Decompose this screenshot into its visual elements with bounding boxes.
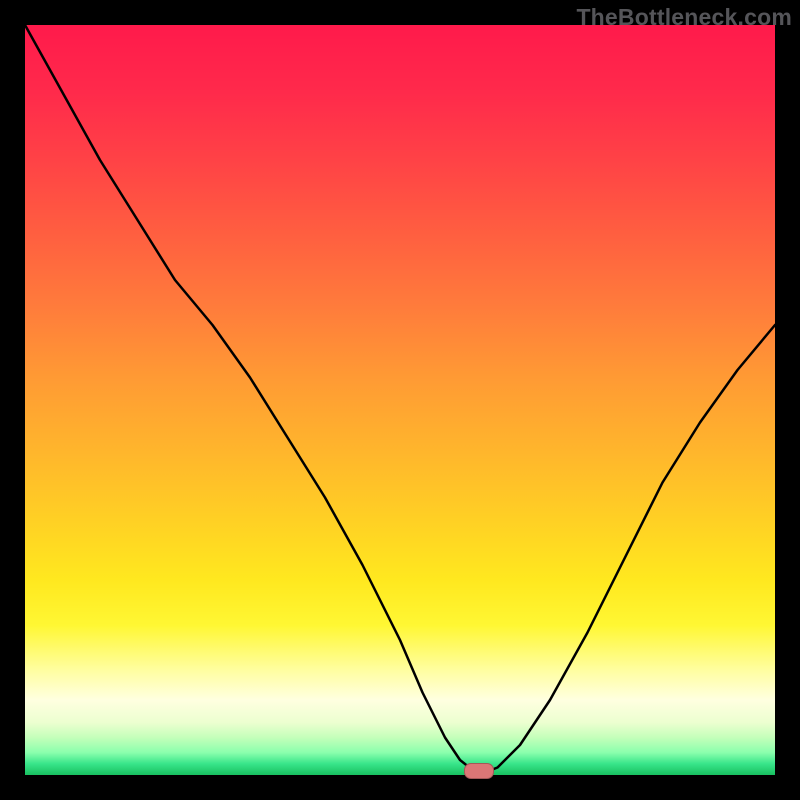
bottleneck-curve [25, 25, 775, 775]
chart-plot-area [25, 25, 775, 775]
chart-frame: TheBottleneck.com [0, 0, 800, 800]
watermark-text: TheBottleneck.com [576, 4, 792, 31]
optimal-point-marker [464, 763, 494, 779]
